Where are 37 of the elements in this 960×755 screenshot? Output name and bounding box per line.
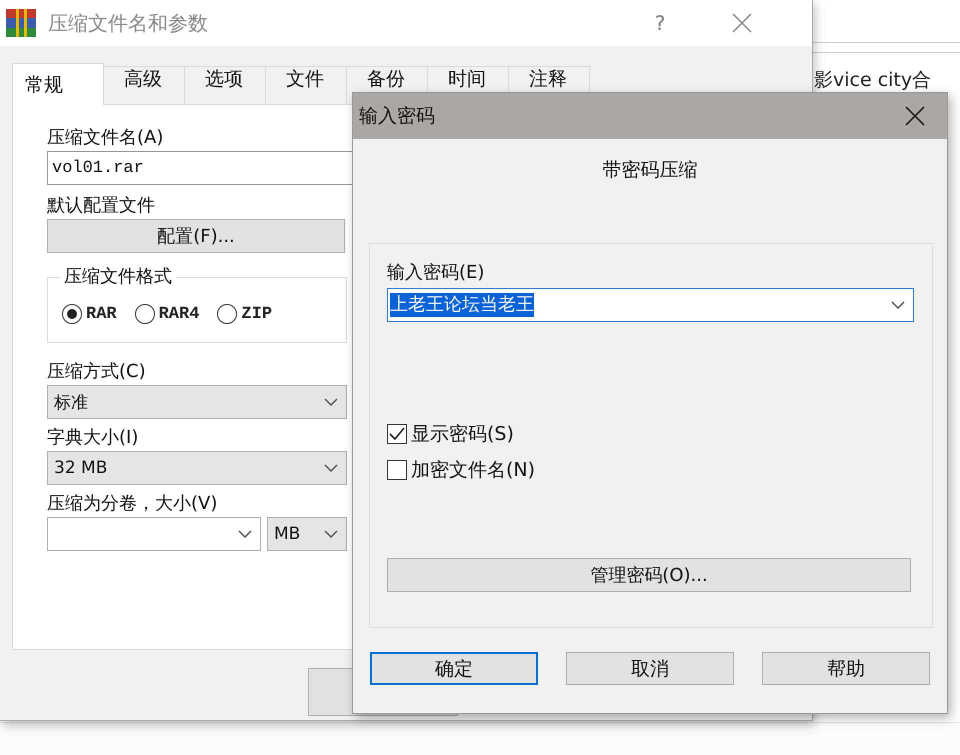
dialog-button[interactable]: 帮助 xyxy=(762,652,930,685)
tab[interactable]: 常规 xyxy=(12,63,104,105)
close-icon xyxy=(905,106,925,126)
manage-passwords-button[interactable]: 管理密码(O)... xyxy=(387,558,911,592)
field-label: 压缩文件名(A) xyxy=(47,126,164,150)
field-label: 压缩方式(C) xyxy=(47,360,146,384)
chevron-down-icon xyxy=(891,301,905,309)
archive-name-field[interactable]: vol01.rar xyxy=(47,151,353,185)
option-checkbox[interactable]: 加密文件名(N) xyxy=(387,452,914,488)
unit-dropdown[interactable]: MB xyxy=(267,517,347,551)
dictionary-dropdown[interactable]: 32 MB xyxy=(47,451,347,485)
password-field[interactable]: 上老王论坛当老王 xyxy=(387,288,914,322)
method-dropdown[interactable]: 标准 xyxy=(47,385,347,419)
field-label: 字典大小(I) xyxy=(47,426,138,450)
chevron-down-icon xyxy=(238,530,252,538)
close-icon xyxy=(732,13,752,33)
chevron-down-icon xyxy=(324,464,338,472)
field-label: 压缩为分卷，大小(V) xyxy=(47,492,218,516)
chevron-down-icon xyxy=(324,530,338,538)
format-radio[interactable]: RAR4 xyxy=(134,304,200,324)
archive-app-icon xyxy=(6,9,36,37)
format-radio[interactable]: RAR xyxy=(62,304,117,324)
help-button[interactable]: ? xyxy=(630,0,690,46)
field-label: 输入密码(E) xyxy=(387,261,484,285)
file-name-text: 影vice city合 xyxy=(813,68,932,93)
dialog-button[interactable]: 确定 xyxy=(370,652,538,685)
profiles-button[interactable]: 配置(F)... xyxy=(47,219,345,253)
dialog-button[interactable]: 取消 xyxy=(566,652,734,685)
dialog-title: 输入密码 xyxy=(359,104,435,129)
field-label: 默认配置文件 xyxy=(47,194,155,218)
chevron-down-icon xyxy=(324,398,338,406)
format-radio[interactable]: ZIP xyxy=(217,304,272,324)
password-text: 上老王论坛当老王 xyxy=(390,293,534,317)
window-title: 压缩文件名和参数 xyxy=(48,10,209,36)
dialog-heading: 带密码压缩 xyxy=(602,158,698,183)
option-checkbox[interactable]: 显示密码(S) xyxy=(387,416,914,452)
volume-size-dropdown[interactable] xyxy=(47,517,261,551)
